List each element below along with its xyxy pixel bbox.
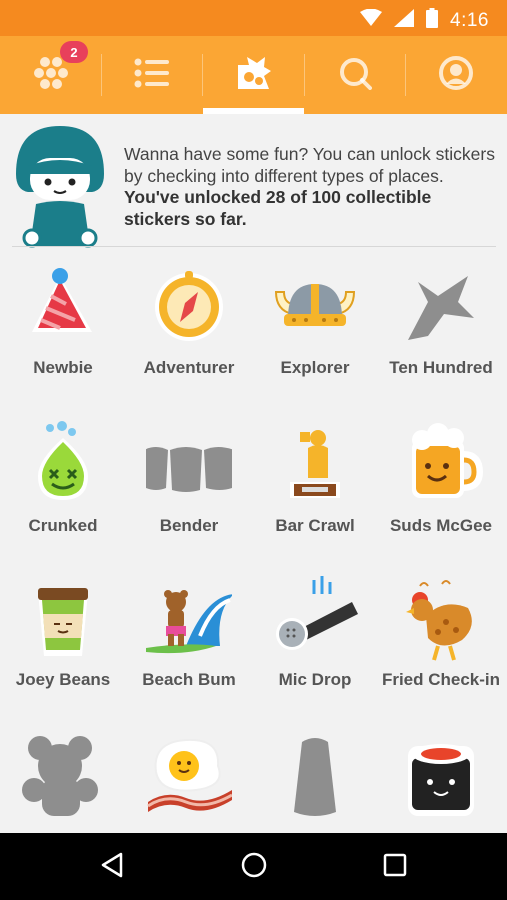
tab-search[interactable] [304,36,405,114]
shot-glasses-icon [146,447,232,492]
sticker-egg-bacon[interactable] [126,718,252,833]
fried-chicken-icon [406,580,472,661]
sticker-adventurer[interactable]: Adventurer [126,248,252,408]
tab-lists[interactable] [101,36,202,114]
sticker-mic-drop[interactable]: Mic Drop [252,562,378,722]
recents-square-icon [383,853,407,882]
notification-badge: 2 [60,41,88,63]
sticker-locked-bear[interactable] [0,718,126,833]
status-bar: 4:16 [0,0,507,36]
teddy-bear-icon [22,736,98,816]
sticker-joey-beans[interactable]: Joey Beans [0,562,126,722]
battery-icon [426,8,439,33]
recents-button[interactable] [375,849,415,885]
home-button[interactable] [234,849,274,885]
sticker-bender[interactable]: Bender [126,406,252,566]
trophy-icon [290,430,340,498]
back-triangle-icon [100,852,124,883]
system-nav-bar [0,833,507,900]
sticker-icon [235,55,273,96]
sticker-ten-hundred[interactable]: Ten Hundred [378,248,504,408]
sticker-crunked[interactable]: Crunked [0,406,126,566]
tab-badges[interactable] [203,36,304,114]
home-circle-icon [240,851,268,884]
sticker-beach-bum[interactable]: Beach Bum [126,562,252,722]
sticker-sushi[interactable] [378,718,504,833]
sticker-suds-mcgee[interactable]: Suds McGee [378,406,504,566]
egg-bacon-icon [147,738,232,812]
thimble-icon [294,738,336,816]
back-button[interactable] [92,849,132,885]
sticker-grid: Newbie Adventurer Explorer Ten Hundred C… [0,248,507,833]
surfing-bear-icon [146,590,232,654]
beer-mug-icon [412,423,484,498]
airplane-icon [408,276,474,340]
intro-section: Wanna have some fun? You can unlock stic… [0,114,507,248]
sticker-bar-crawl[interactable]: Bar Crawl [252,406,378,566]
compass-icon [155,271,223,341]
coffee-cup-icon [38,588,88,656]
sticker-newbie[interactable]: Newbie [0,248,126,408]
tab-profile[interactable] [405,36,506,114]
intro-text: Wanna have some fun? You can unlock stic… [124,144,495,229]
signal-icon [394,9,415,32]
search-icon [338,56,372,95]
wifi-icon [360,8,383,32]
sticker-explorer[interactable]: Explorer [252,248,378,408]
sticker-locked-thimble[interactable] [252,718,378,833]
profile-icon [438,55,474,96]
tab-bar: 2 [0,36,507,114]
honeycomb-icon [33,56,69,95]
sushi-icon [408,744,474,816]
drunk-face-icon [38,421,88,500]
viking-helmet-icon [274,284,356,326]
divider [12,246,496,247]
list-icon [134,58,170,93]
sticker-fried-check-in[interactable]: Fried Check-in [378,562,504,722]
party-hat-icon [32,268,92,332]
status-time: 4:16 [450,9,489,31]
tab-stickers[interactable]: 2 [0,36,101,114]
microphone-icon [276,576,358,650]
mascot-icon [10,124,110,257]
